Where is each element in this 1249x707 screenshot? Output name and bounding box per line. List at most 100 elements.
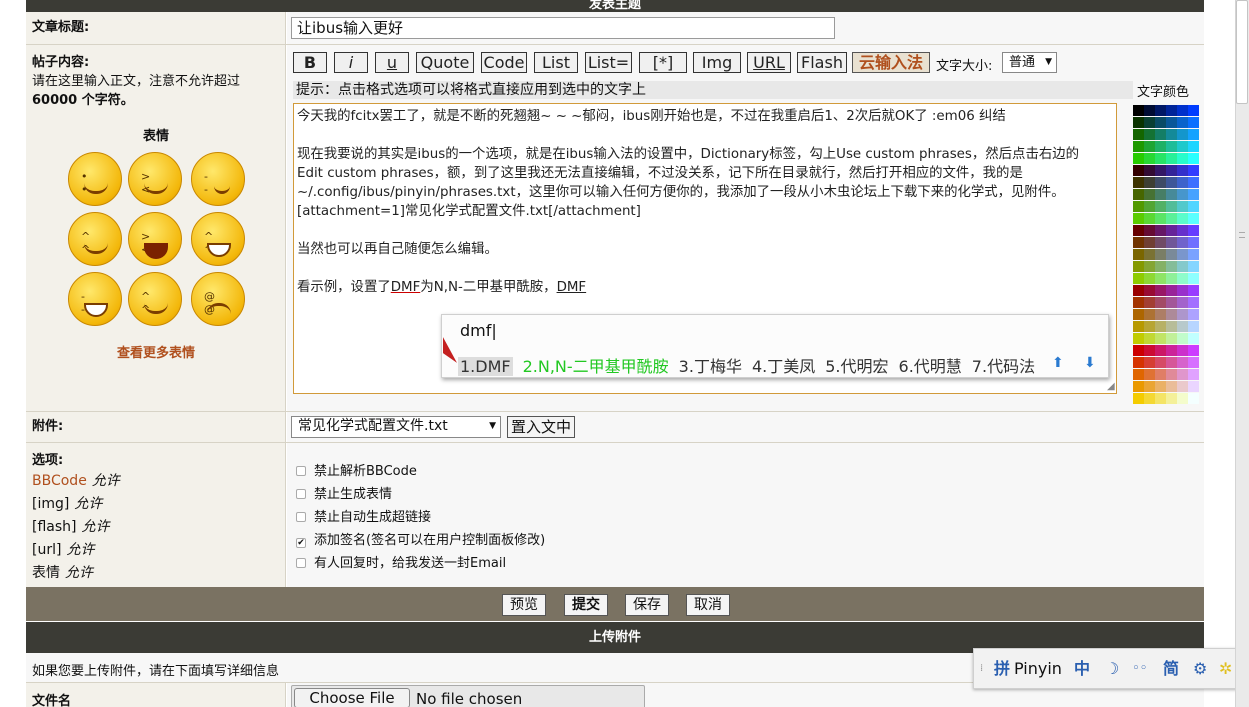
color-swatch[interactable]	[1144, 129, 1155, 140]
color-swatch[interactable]	[1133, 117, 1144, 128]
color-swatch[interactable]	[1177, 213, 1188, 224]
save-button[interactable]: 保存	[625, 594, 669, 616]
color-swatch[interactable]	[1188, 393, 1199, 404]
color-swatch[interactable]	[1166, 309, 1177, 320]
color-swatch[interactable]	[1166, 165, 1177, 176]
code-button[interactable]: Code	[481, 52, 527, 73]
ime-candidate[interactable]: 5.代明宏	[825, 357, 888, 376]
punctuation-icon[interactable]: ◦◦	[1132, 649, 1147, 688]
color-swatch[interactable]	[1166, 189, 1177, 200]
settings-gear-icon[interactable]: ⚙	[1193, 649, 1207, 688]
color-swatch[interactable]	[1133, 321, 1144, 332]
color-swatch[interactable]	[1144, 345, 1155, 356]
color-swatch[interactable]	[1155, 117, 1166, 128]
color-swatch[interactable]	[1188, 357, 1199, 368]
color-swatch[interactable]	[1144, 225, 1155, 236]
color-swatch[interactable]	[1166, 381, 1177, 392]
color-swatch[interactable]	[1155, 153, 1166, 164]
color-swatch[interactable]	[1166, 333, 1177, 344]
color-swatch[interactable]	[1155, 165, 1166, 176]
color-swatch[interactable]	[1177, 273, 1188, 284]
color-swatch[interactable]	[1177, 237, 1188, 248]
color-swatch[interactable]	[1155, 261, 1166, 272]
color-swatch[interactable]	[1177, 201, 1188, 212]
color-swatch[interactable]	[1144, 381, 1155, 392]
smiley-smug-icon[interactable]: - -	[191, 152, 245, 206]
color-swatch[interactable]	[1188, 345, 1199, 356]
color-swatch[interactable]	[1133, 225, 1144, 236]
color-swatch[interactable]	[1155, 297, 1166, 308]
smiley-chuckle-icon[interactable]: ^ ^	[128, 272, 182, 326]
color-swatch[interactable]	[1133, 309, 1144, 320]
option-checkbox-row[interactable]: ✔ 添加签名(签名可以在用户控制面板修改)	[296, 529, 545, 548]
smiley-grin-icon[interactable]: - -	[68, 272, 122, 326]
color-swatch[interactable]	[1188, 369, 1199, 380]
color-swatch[interactable]	[1188, 321, 1199, 332]
attachment-select[interactable]: 常见化学式配置文件.txt ▼	[291, 416, 501, 438]
ime-page-down-icon[interactable]: ⬇	[1084, 355, 1096, 371]
option-checkbox[interactable]	[296, 558, 306, 568]
italic-button[interactable]: i	[334, 52, 368, 73]
color-swatch[interactable]	[1166, 345, 1177, 356]
color-swatch[interactable]	[1155, 393, 1166, 404]
option-checkbox[interactable]: ✔	[296, 538, 306, 548]
color-swatch[interactable]	[1177, 141, 1188, 152]
color-swatch[interactable]	[1133, 177, 1144, 188]
smiley-laugh-icon[interactable]: > <	[128, 212, 182, 266]
bold-button[interactable]: B	[293, 52, 327, 73]
color-swatch[interactable]	[1166, 297, 1177, 308]
color-swatch[interactable]	[1155, 189, 1166, 200]
color-swatch[interactable]	[1177, 177, 1188, 188]
smiley-dizzy-icon[interactable]: @ @	[191, 272, 245, 326]
color-swatch[interactable]	[1166, 141, 1177, 152]
color-swatch[interactable]	[1166, 249, 1177, 260]
color-swatch[interactable]	[1133, 141, 1144, 152]
color-swatch[interactable]	[1155, 357, 1166, 368]
ime-candidate[interactable]: 6.代明慧	[899, 357, 962, 376]
color-swatch[interactable]	[1133, 273, 1144, 284]
color-swatch[interactable]	[1133, 393, 1144, 404]
color-swatch[interactable]	[1188, 333, 1199, 344]
color-swatch[interactable]	[1144, 357, 1155, 368]
color-swatch[interactable]	[1177, 117, 1188, 128]
flash-button[interactable]: Flash	[797, 52, 847, 73]
color-swatch[interactable]	[1177, 165, 1188, 176]
color-swatch[interactable]	[1144, 321, 1155, 332]
color-swatch[interactable]	[1155, 333, 1166, 344]
about-icon[interactable]: ✲	[1219, 649, 1232, 688]
color-swatch[interactable]	[1155, 213, 1166, 224]
color-swatch[interactable]	[1188, 273, 1199, 284]
underline-button[interactable]: u	[375, 52, 409, 73]
color-swatch[interactable]	[1166, 117, 1177, 128]
color-swatch[interactable]	[1177, 333, 1188, 344]
color-swatch[interactable]	[1144, 369, 1155, 380]
color-swatch[interactable]	[1133, 153, 1144, 164]
color-swatch[interactable]	[1133, 297, 1144, 308]
color-swatch[interactable]	[1166, 321, 1177, 332]
color-swatch[interactable]	[1155, 321, 1166, 332]
more-smilies-link[interactable]: 查看更多表情	[26, 342, 286, 361]
color-swatch[interactable]	[1144, 393, 1155, 404]
color-swatch[interactable]	[1177, 249, 1188, 260]
color-swatch[interactable]	[1133, 369, 1144, 380]
resize-handle-icon[interactable]: ◢	[1107, 381, 1115, 392]
option-checkbox[interactable]	[296, 489, 306, 499]
title-input[interactable]: 让ibus输入更好	[291, 17, 835, 39]
color-swatch[interactable]	[1166, 201, 1177, 212]
color-swatch[interactable]	[1166, 237, 1177, 248]
color-swatch[interactable]	[1188, 261, 1199, 272]
color-swatch[interactable]	[1188, 129, 1199, 140]
color-swatch[interactable]	[1177, 369, 1188, 380]
color-swatch[interactable]	[1188, 201, 1199, 212]
ime-name[interactable]: Pinyin	[1014, 649, 1062, 688]
color-swatch[interactable]	[1177, 357, 1188, 368]
color-swatch[interactable]	[1133, 345, 1144, 356]
color-swatch[interactable]	[1166, 105, 1177, 116]
color-swatch[interactable]	[1188, 237, 1199, 248]
color-swatch[interactable]	[1144, 213, 1155, 224]
scrollbar-thumb[interactable]	[1236, 0, 1248, 104]
ime-candidate[interactable]: 4.丁美凤	[752, 357, 815, 376]
color-swatch[interactable]	[1177, 309, 1188, 320]
smiley-sweat-icon[interactable]: ^ ^	[191, 212, 245, 266]
preview-button[interactable]: 预览	[502, 594, 546, 616]
